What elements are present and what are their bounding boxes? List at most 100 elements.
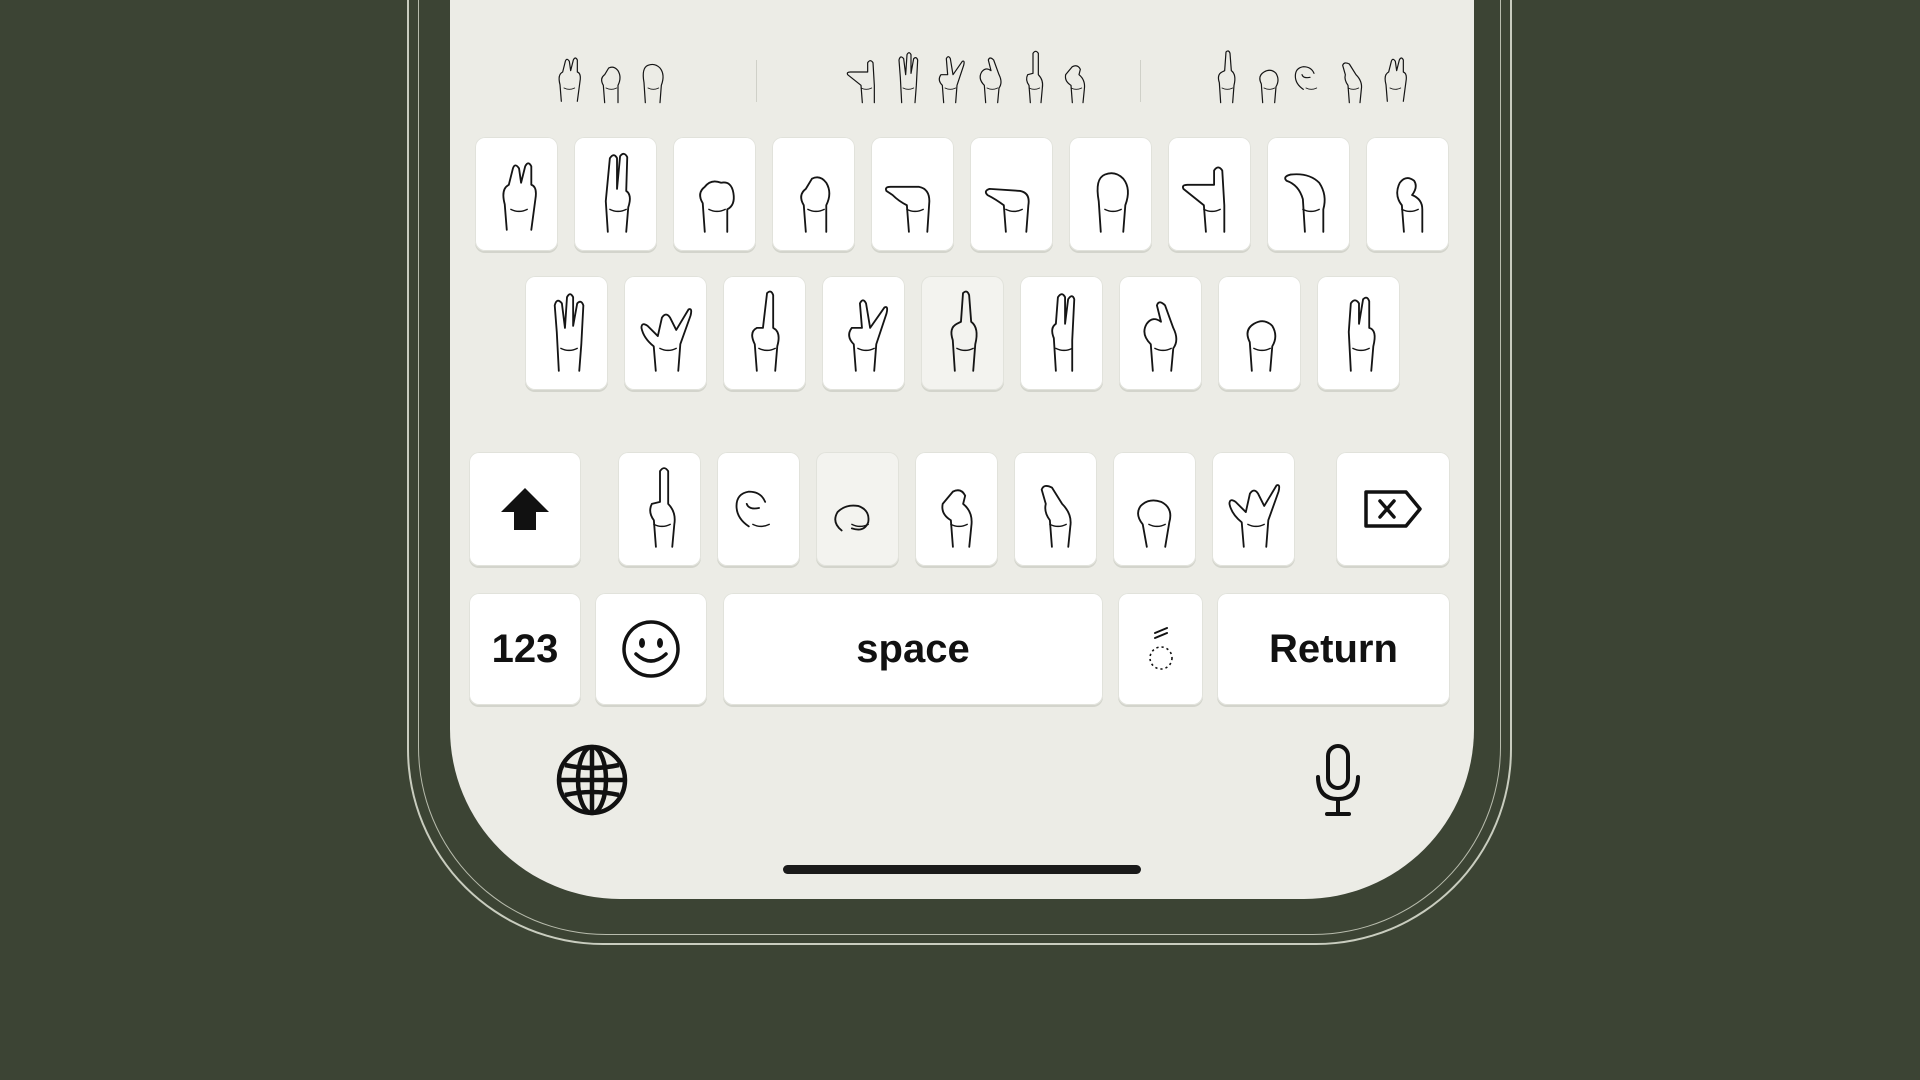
dotted-circle-accent-icon	[1148, 627, 1173, 670]
hand-sign-icon	[750, 290, 780, 372]
hand-sign-icon	[604, 152, 631, 233]
hand-sign-icon	[799, 176, 830, 233]
shift-key[interactable]	[469, 452, 581, 566]
sign-letter-key[interactable]	[970, 137, 1053, 251]
sign-letter-key[interactable]	[574, 137, 657, 251]
shift-arrow-icon	[501, 488, 549, 530]
hand-sign-icon	[950, 290, 978, 372]
hand-sign-icon	[1347, 296, 1376, 372]
hand-sign-icon	[1055, 38, 1095, 118]
sign-letter-key[interactable]	[475, 137, 558, 251]
hand-sign-icon	[1332, 38, 1372, 118]
hand-sign-icon	[1246, 320, 1276, 372]
hand-sign-glyph	[1217, 50, 1236, 104]
sign-letter-key[interactable]	[723, 276, 806, 390]
hand-sign-glyph	[1259, 69, 1279, 104]
hand-sign-icon	[1136, 499, 1171, 548]
hand-sign-icon	[1181, 166, 1225, 233]
hand-sign-icon	[1096, 172, 1129, 233]
sign-letter-key[interactable]	[1168, 137, 1251, 251]
hand-sign-glyph	[1342, 62, 1363, 104]
hand-sign-icon	[548, 38, 588, 118]
hand-sign-icon	[884, 185, 930, 233]
sign-letter-key[interactable]	[618, 452, 701, 566]
sign-letter-key[interactable]	[1119, 276, 1202, 390]
numbers-key[interactable]: 123	[469, 593, 581, 705]
hand-sign-icon	[501, 162, 537, 231]
hand-sign-icon	[1283, 173, 1326, 233]
hand-sign-icon	[1040, 484, 1072, 548]
sign-letter-key[interactable]	[871, 137, 954, 251]
hand-sign-glyph	[1064, 65, 1086, 104]
hand-sign-icon	[1050, 293, 1075, 372]
hand-sign-icon	[1290, 38, 1330, 118]
hand-sign-glyph	[558, 57, 581, 102]
hand-sign-icon	[1013, 38, 1053, 118]
home-indicator[interactable]	[783, 865, 1141, 874]
emoji-key[interactable]	[595, 593, 707, 705]
return-key-label: Return	[1269, 626, 1398, 671]
suggestion-divider	[756, 60, 757, 102]
hand-sign-icon	[648, 467, 676, 548]
sign-letter-key[interactable]	[822, 276, 905, 390]
hand-sign-icon	[1248, 38, 1288, 118]
hand-sign-icon	[940, 489, 973, 548]
sign-letter-key[interactable]	[1069, 137, 1152, 251]
sign-letter-key[interactable]	[1218, 276, 1301, 390]
sign-letter-key[interactable]	[915, 452, 998, 566]
suggestion-2[interactable]	[846, 28, 1090, 118]
hand-sign-icon	[1206, 38, 1246, 118]
hand-sign-icon	[1395, 177, 1423, 233]
hand-sign-icon	[887, 38, 927, 118]
sign-letter-key[interactable]	[1212, 452, 1295, 566]
suggestion-bar	[450, 0, 1474, 120]
hand-sign-icon	[640, 308, 692, 372]
hand-sign-icon	[590, 38, 630, 118]
sign-letter-key[interactable]	[624, 276, 707, 390]
hand-sign-icon	[553, 293, 584, 372]
sign-letter-key[interactable]	[673, 137, 756, 251]
space-key[interactable]: space	[723, 593, 1103, 705]
hand-sign-glyph	[1026, 50, 1044, 104]
hand-sign-glyph	[642, 63, 664, 104]
sign-letter-key[interactable]	[816, 452, 899, 566]
microphone-icon[interactable]	[1313, 743, 1363, 819]
sign-letter-key[interactable]	[1014, 452, 1097, 566]
hand-sign-icon	[632, 38, 672, 118]
hand-sign-glyph	[846, 60, 875, 104]
hand-sign-icon	[698, 180, 735, 233]
hand-sign-icon	[735, 490, 770, 528]
keyboard-screen: 123 space Return	[450, 0, 1474, 899]
hand-sign-glyph	[979, 57, 1002, 104]
suggestion-1[interactable]	[540, 28, 680, 118]
sign-letter-key[interactable]	[772, 137, 855, 251]
sign-letter-key[interactable]	[525, 276, 608, 390]
sign-letter-key[interactable]	[717, 452, 800, 566]
sign-letter-key[interactable]	[1113, 452, 1196, 566]
sign-letter-key[interactable]	[1366, 137, 1449, 251]
return-key[interactable]: Return	[1217, 593, 1450, 705]
hand-sign-icon	[845, 38, 885, 118]
sign-letter-key[interactable]	[1317, 276, 1400, 390]
sign-letter-key[interactable]	[921, 276, 1004, 390]
hand-sign-icon	[984, 187, 1030, 233]
sign-letter-key[interactable]	[1020, 276, 1103, 390]
hand-sign-icon	[971, 38, 1011, 118]
hand-sign-glyph	[898, 52, 919, 104]
hand-sign-icon	[929, 38, 969, 118]
sign-letter-key[interactable]	[1267, 137, 1350, 251]
hand-sign-icon	[1374, 38, 1414, 118]
hand-sign-icon	[833, 504, 869, 532]
backspace-icon	[1364, 490, 1422, 528]
hand-sign-glyph	[1294, 66, 1318, 90]
delete-key[interactable]	[1336, 452, 1450, 566]
hand-sign-glyph	[601, 66, 621, 104]
hand-sign-icon	[1228, 484, 1280, 548]
space-key-label: space	[856, 626, 970, 671]
hand-sign-icon	[847, 299, 888, 372]
smiley-icon	[622, 620, 680, 678]
suggestion-3[interactable]	[1210, 28, 1410, 118]
globe-icon[interactable]	[555, 743, 629, 817]
hand-sign-icon	[1142, 301, 1177, 372]
accent-key[interactable]	[1118, 593, 1203, 705]
